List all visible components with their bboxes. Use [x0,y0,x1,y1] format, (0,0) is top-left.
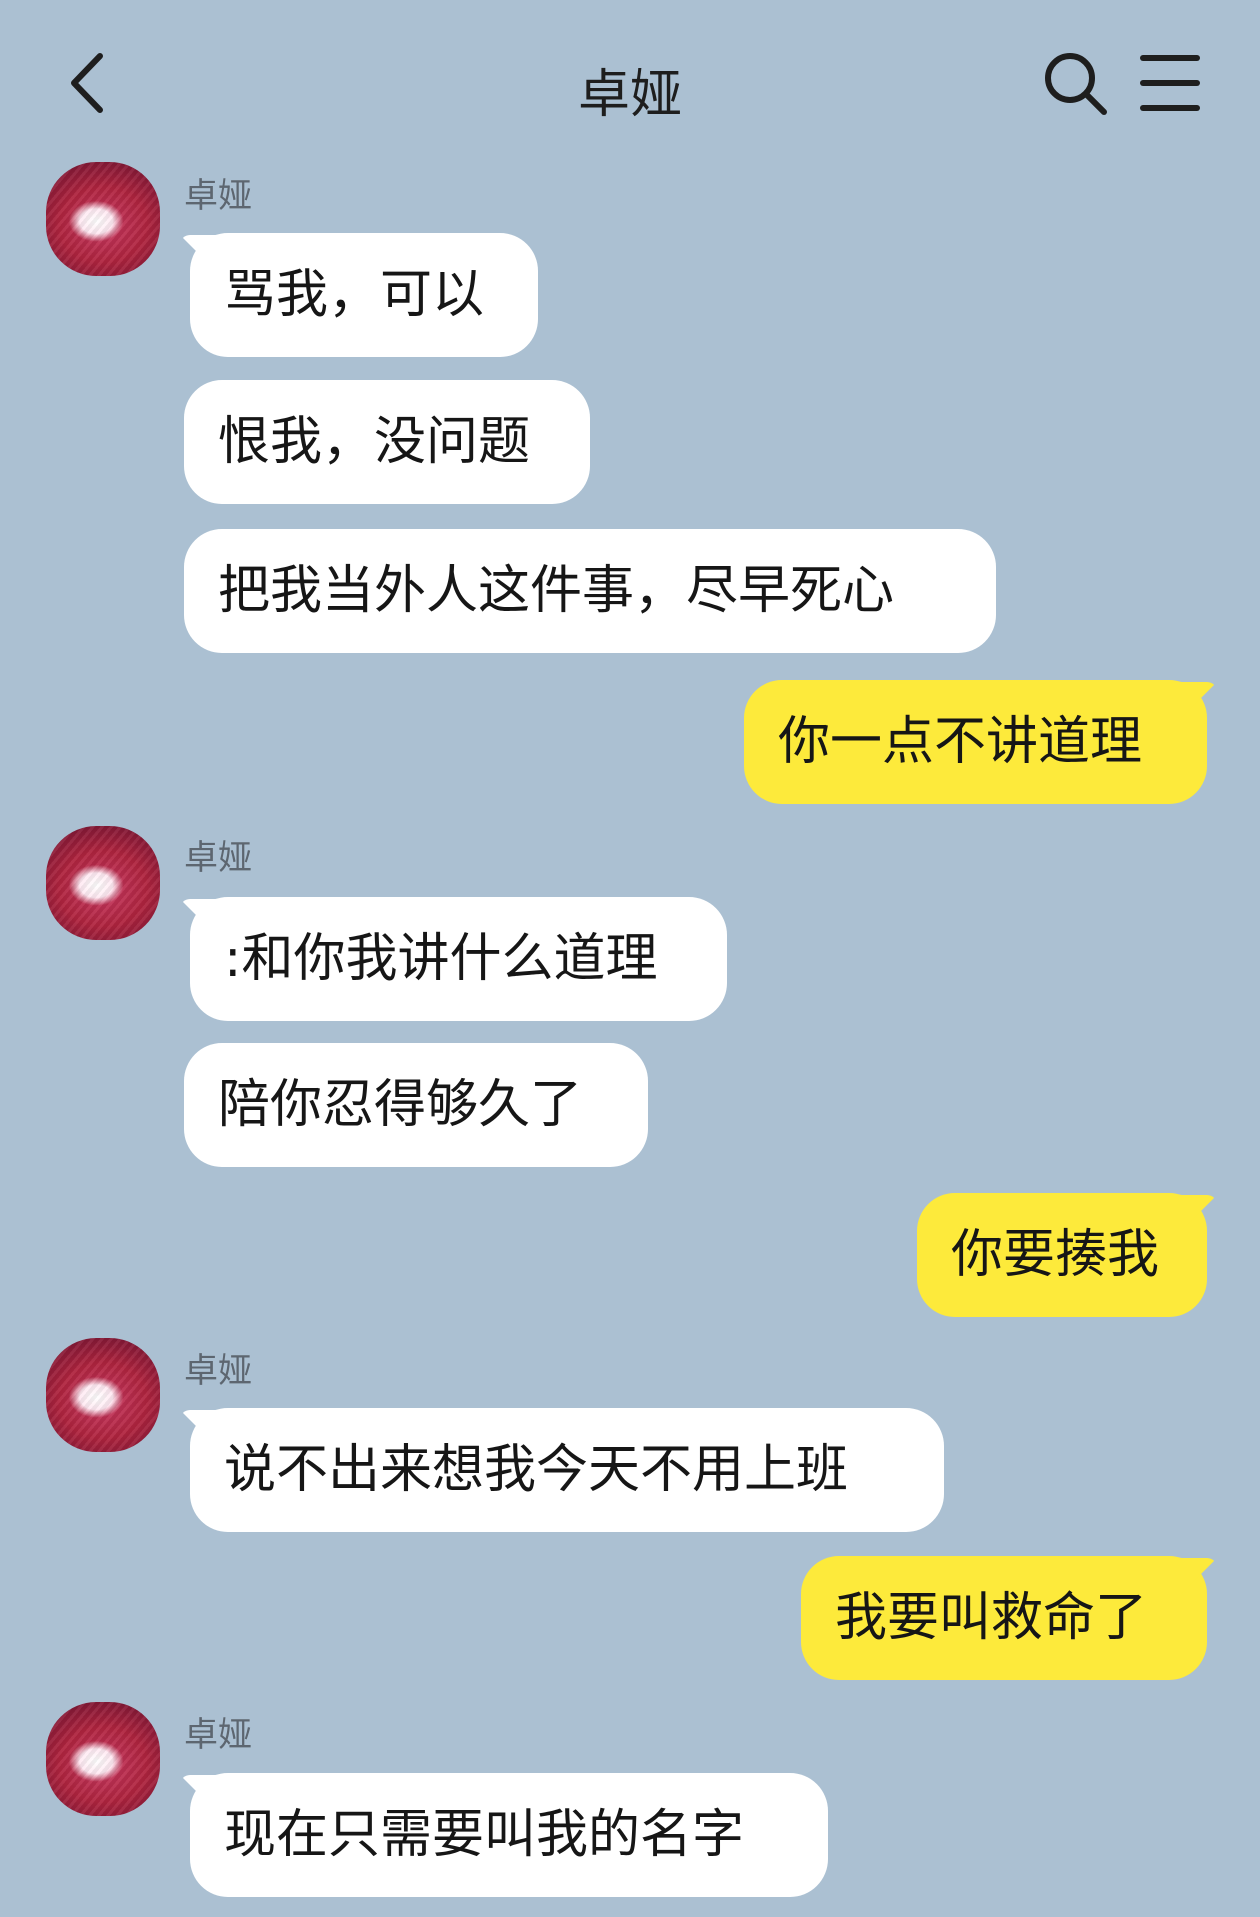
incoming-message[interactable]: 现在只需要叫我的名字 [190,1773,828,1897]
chat-header: 卓娅 [0,0,1260,165]
sender-name: 卓娅 [184,1715,252,1755]
back-button[interactable] [60,48,120,118]
avatar[interactable] [46,1338,160,1452]
outgoing-message[interactable]: 你要揍我 [917,1193,1207,1317]
menu-button[interactable] [1135,48,1205,118]
search-button[interactable] [1040,48,1110,118]
incoming-message[interactable]: 说不出来想我今天不用上班 [190,1408,944,1532]
incoming-message[interactable]: 恨我，没问题 [184,380,590,504]
outgoing-message[interactable]: 我要叫救命了 [801,1556,1207,1680]
incoming-message[interactable]: 把我当外人这件事，尽早死心 [184,529,996,653]
incoming-message[interactable]: 骂我，可以 [190,233,538,357]
sender-name: 卓娅 [184,1351,252,1391]
sender-name: 卓娅 [184,838,252,878]
search-icon [1045,53,1107,115]
avatar[interactable] [46,162,160,276]
avatar[interactable] [46,1702,160,1816]
sender-name: 卓娅 [184,176,252,216]
avatar[interactable] [46,826,160,940]
outgoing-message[interactable]: 你一点不讲道理 [744,680,1207,804]
hamburger-menu-icon [1140,55,1200,111]
chevron-left-icon [71,53,103,113]
incoming-message[interactable]: 陪你忍得够久了 [184,1043,648,1167]
incoming-message[interactable]: :和你我讲什么道理 [190,897,727,1021]
